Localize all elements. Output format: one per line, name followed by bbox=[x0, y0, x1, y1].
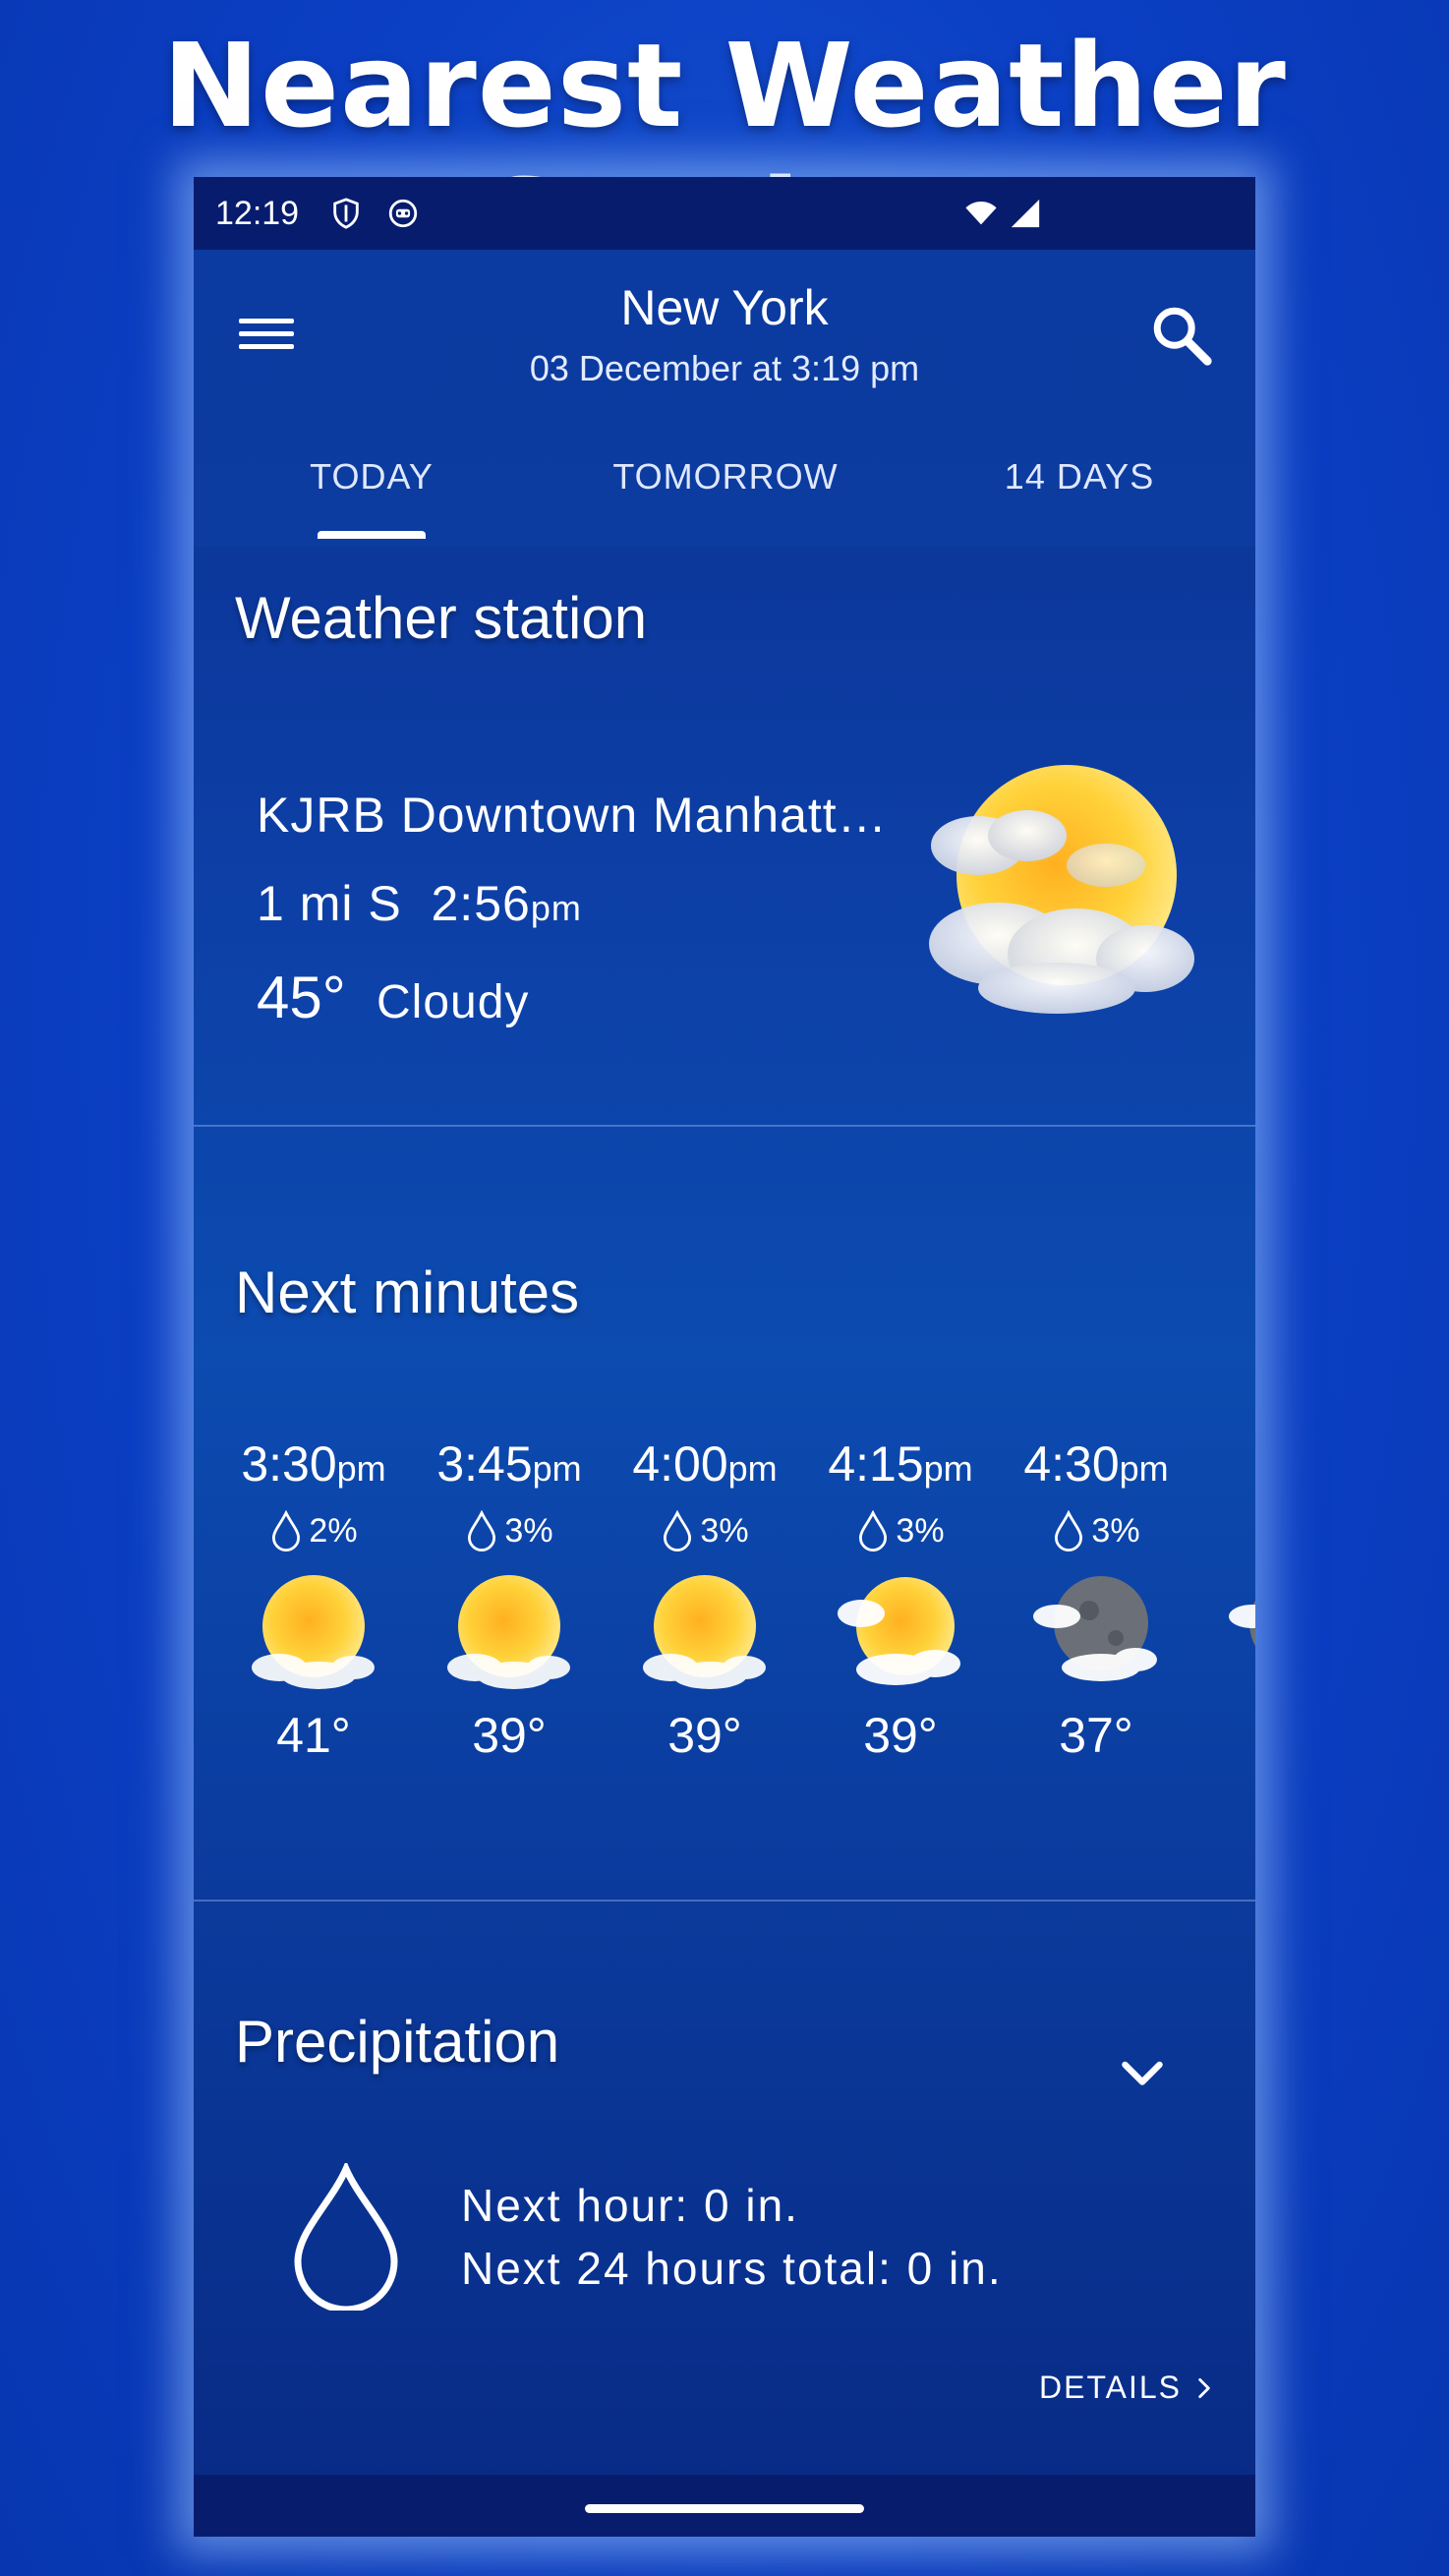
minute-precip: 2% bbox=[309, 1511, 358, 1550]
raindrop-icon bbox=[294, 2163, 398, 2311]
signal-icon bbox=[1011, 199, 1040, 228]
sun-clouds-icon bbox=[643, 1575, 766, 1689]
precip-next-hour: Next hour: 0 in. bbox=[461, 2180, 799, 2231]
minute-time-suffix: pm bbox=[1119, 1448, 1169, 1489]
minute-temp: 39° bbox=[472, 1708, 547, 1763]
sun-clouds-icon bbox=[252, 1575, 375, 1689]
minute-precip: 3% bbox=[504, 1511, 553, 1550]
shield-icon bbox=[333, 198, 359, 229]
tab-selected-indicator bbox=[318, 531, 426, 539]
station-time-suffix: pm bbox=[530, 888, 582, 928]
minute-time-suffix: pm bbox=[727, 1448, 778, 1489]
section-title-next-minutes: Next minutes bbox=[235, 1259, 580, 1325]
next-minutes-list[interactable]: 3:30pm 2% 41° 3:45pm 3% 39° 4:00pm 3% 39… bbox=[194, 1435, 1255, 1829]
station-condition: Cloudy bbox=[377, 976, 530, 1028]
raindrop-icon bbox=[664, 1510, 692, 1551]
minute-item: 4:15pm 3% 39° bbox=[802, 1435, 999, 1764]
station-meta: 1 mi S 2:56pm bbox=[257, 875, 582, 932]
minute-temp: 41° bbox=[276, 1708, 351, 1763]
raindrop-icon bbox=[272, 1510, 301, 1551]
minute-time-suffix: pm bbox=[532, 1448, 582, 1489]
minute-temp: 37° bbox=[1059, 1708, 1133, 1763]
moon-clouds-icon bbox=[1033, 1576, 1157, 1681]
raindrop-icon bbox=[468, 1510, 496, 1551]
precip-next-24-hours: Next 24 hours total: 0 in. bbox=[461, 2243, 1003, 2294]
minute-item: 4:00pm 3% 39° bbox=[607, 1435, 803, 1764]
minute-temp: 39° bbox=[863, 1708, 938, 1763]
phone-screen: 12:19 New York 03 December at 3:19 pm TO… bbox=[194, 177, 1255, 2537]
minute-precip: 3% bbox=[700, 1511, 749, 1550]
section-divider bbox=[194, 1125, 1255, 1127]
sun-clouds-icon bbox=[838, 1577, 960, 1685]
section-divider bbox=[194, 1900, 1255, 1902]
minute-item: 3:45pm 3% 39° bbox=[411, 1435, 608, 1764]
tab-tomorrow[interactable]: TOMORROW bbox=[578, 456, 873, 498]
search-icon[interactable] bbox=[1147, 301, 1216, 370]
section-title-weather-station: Weather station bbox=[235, 585, 648, 651]
minute-time: 4:15 bbox=[828, 1436, 924, 1492]
station-distance: 1 mi S bbox=[257, 876, 402, 931]
chevron-right-icon bbox=[1198, 2377, 1210, 2398]
minute-item: 4:30pm 3% 37° bbox=[998, 1435, 1194, 1764]
raindrop-icon bbox=[1055, 1510, 1083, 1551]
section-title-precipitation: Precipitation bbox=[235, 2009, 560, 2075]
minute-item: 4: bbox=[1193, 1435, 1255, 1707]
location-title[interactable]: New York bbox=[194, 279, 1255, 336]
app-bar: New York 03 December at 3:19 pm TODAY TO… bbox=[194, 250, 1255, 547]
wifi-icon bbox=[965, 201, 997, 225]
status-time: 12:19 bbox=[215, 195, 300, 232]
minute-time: 4:30 bbox=[1023, 1436, 1120, 1492]
sun-clouds-icon bbox=[447, 1575, 570, 1689]
sun-with-clouds-icon bbox=[929, 765, 1194, 1014]
minute-precip: 3% bbox=[896, 1511, 945, 1550]
home-gesture-handle[interactable] bbox=[585, 2504, 864, 2513]
raindrop-icon bbox=[859, 1510, 888, 1551]
status-bar: 12:19 bbox=[194, 177, 1255, 250]
minute-time: 4:00 bbox=[632, 1436, 728, 1492]
minute-precip: 3% bbox=[1091, 1511, 1140, 1550]
location-datetime: 03 December at 3:19 pm bbox=[529, 348, 920, 388]
minute-temp: 39° bbox=[667, 1708, 742, 1763]
details-label: DETAILS bbox=[1039, 2370, 1182, 2405]
minute-time-suffix: pm bbox=[336, 1448, 386, 1489]
station-time: 2:56 bbox=[431, 876, 531, 931]
robot-face-icon bbox=[388, 199, 418, 228]
station-temperature: 45° bbox=[257, 965, 346, 1030]
tab-today[interactable]: TODAY bbox=[224, 456, 519, 498]
details-button[interactable]: DETAILS bbox=[1039, 2370, 1217, 2406]
minute-time: 3:30 bbox=[241, 1436, 337, 1492]
moon-clouds-icon bbox=[1229, 1600, 1255, 1647]
tab-14-days[interactable]: 14 DAYS bbox=[932, 456, 1227, 498]
station-name[interactable]: KJRB Downtown Manhatt… bbox=[257, 787, 888, 844]
chevron-down-icon[interactable] bbox=[1113, 2045, 1172, 2104]
minute-time-suffix: pm bbox=[923, 1448, 973, 1489]
minute-time: 3:45 bbox=[436, 1436, 533, 1492]
minute-item: 3:30pm 2% 41° bbox=[215, 1435, 412, 1764]
